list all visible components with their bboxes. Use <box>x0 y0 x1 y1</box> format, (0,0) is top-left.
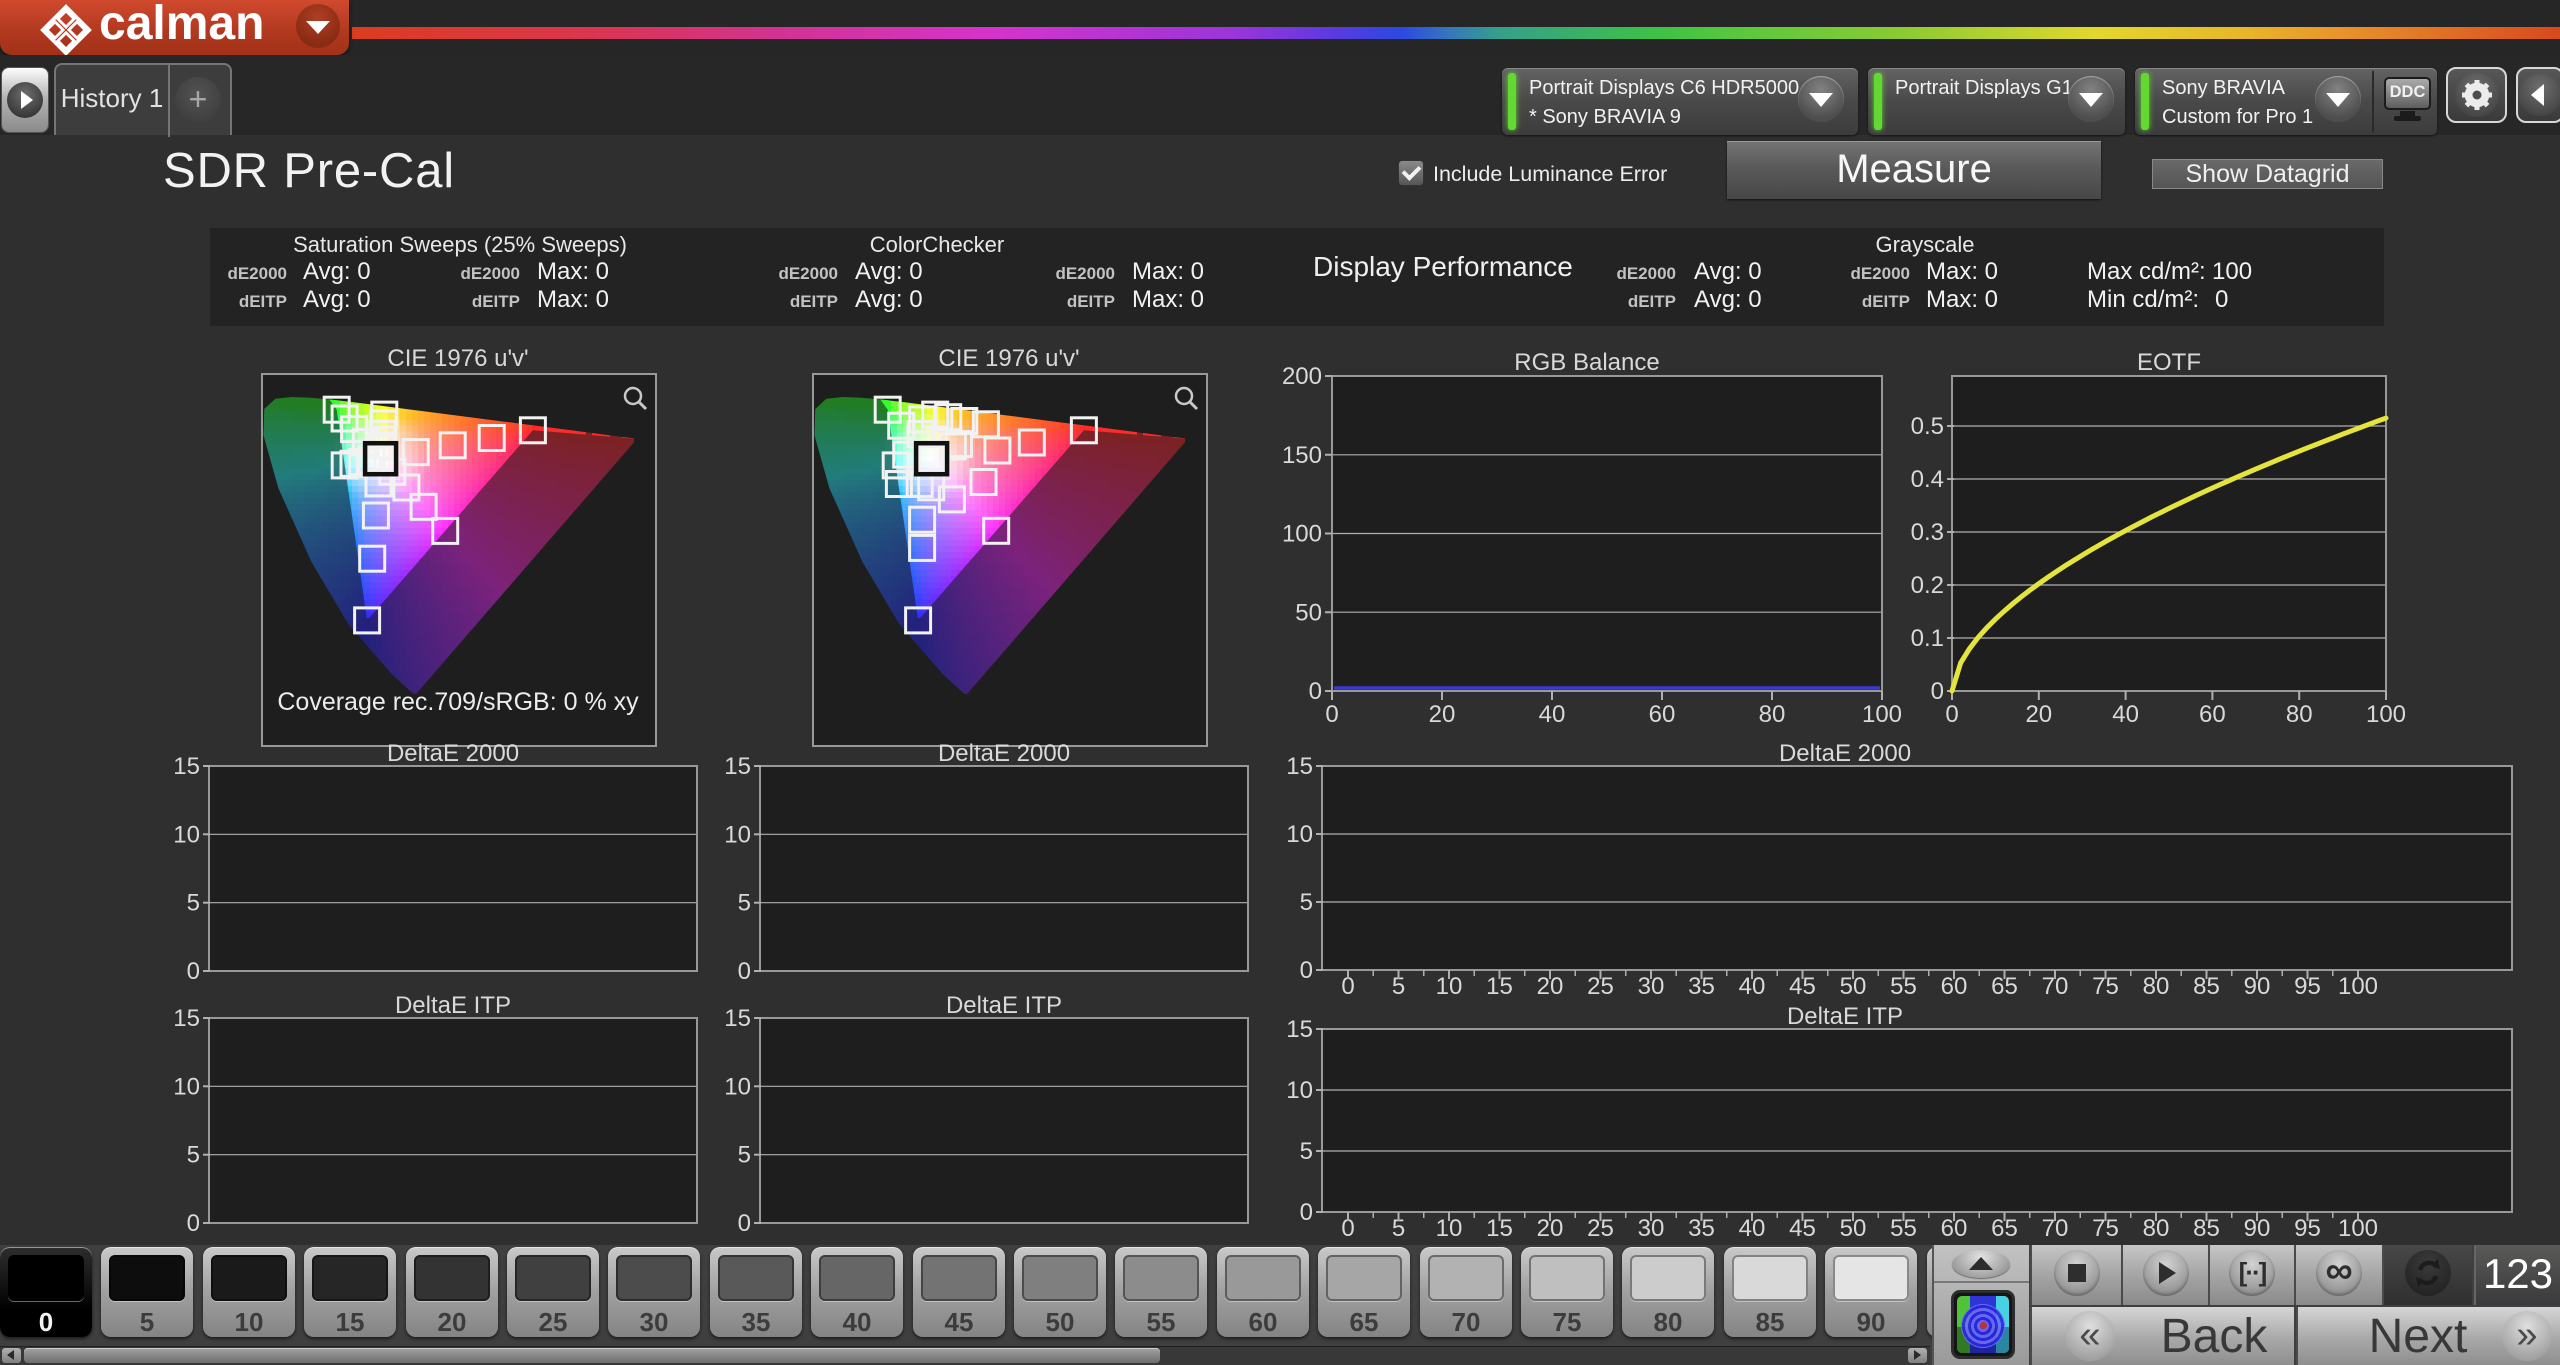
svg-text:0: 0 <box>1300 957 1313 984</box>
svg-text:EOTF: EOTF <box>2137 349 2201 376</box>
svg-text:10: 10 <box>1286 1077 1313 1104</box>
svg-text:CIE 1976 u'v': CIE 1976 u'v' <box>387 345 528 372</box>
svg-text:DeltaE ITP: DeltaE ITP <box>946 992 1062 1019</box>
svg-text:80: 80 <box>2286 701 2313 728</box>
svg-text:0: 0 <box>1931 678 1944 705</box>
svg-text:DeltaE 2000: DeltaE 2000 <box>1779 740 1911 767</box>
svg-text:40: 40 <box>2112 701 2139 728</box>
svg-text:15: 15 <box>1286 1016 1313 1043</box>
svg-text:10: 10 <box>173 821 200 848</box>
svg-text:100: 100 <box>1862 701 1902 728</box>
svg-text:DeltaE 2000: DeltaE 2000 <box>387 740 519 767</box>
svg-text:0: 0 <box>1325 701 1338 728</box>
svg-text:0.3: 0.3 <box>1911 519 1944 546</box>
svg-text:100: 100 <box>2366 701 2406 728</box>
svg-text:10: 10 <box>1286 821 1313 848</box>
svg-text:100: 100 <box>1282 521 1322 548</box>
svg-text:0: 0 <box>738 958 751 985</box>
svg-text:DeltaE ITP: DeltaE ITP <box>1787 1003 1903 1030</box>
svg-text:40: 40 <box>1539 701 1566 728</box>
svg-text:0.1: 0.1 <box>1911 625 1944 652</box>
svg-text:15: 15 <box>724 1005 751 1032</box>
svg-text:5: 5 <box>1300 889 1313 916</box>
svg-text:60: 60 <box>1649 701 1676 728</box>
svg-text:0.2: 0.2 <box>1911 572 1944 599</box>
svg-text:15: 15 <box>173 753 200 780</box>
svg-text:0: 0 <box>1300 1199 1313 1226</box>
svg-text:5: 5 <box>187 890 200 917</box>
svg-text:20: 20 <box>2025 701 2052 728</box>
svg-text:DeltaE 2000: DeltaE 2000 <box>938 740 1070 767</box>
svg-text:5: 5 <box>1300 1138 1313 1165</box>
svg-text:150: 150 <box>1282 442 1322 469</box>
svg-text:0: 0 <box>187 958 200 985</box>
svg-text:0: 0 <box>1945 701 1958 728</box>
svg-text:15: 15 <box>173 1005 200 1032</box>
svg-text:10: 10 <box>173 1073 200 1100</box>
svg-text:CIE 1976 u'v': CIE 1976 u'v' <box>938 345 1079 372</box>
svg-text:RGB Balance: RGB Balance <box>1514 349 1659 376</box>
svg-text:5: 5 <box>738 890 751 917</box>
svg-text:20: 20 <box>1429 701 1456 728</box>
svg-text:0.5: 0.5 <box>1911 413 1944 440</box>
svg-text:80: 80 <box>1759 701 1786 728</box>
svg-text:15: 15 <box>724 753 751 780</box>
svg-text:5: 5 <box>187 1142 200 1169</box>
svg-text:5: 5 <box>738 1142 751 1169</box>
svg-text:0: 0 <box>187 1210 200 1237</box>
svg-text:DeltaE ITP: DeltaE ITP <box>395 992 511 1019</box>
svg-text:60: 60 <box>2199 701 2226 728</box>
svg-text:0: 0 <box>1309 678 1322 705</box>
svg-text:10: 10 <box>724 1073 751 1100</box>
svg-text:15: 15 <box>1286 753 1313 780</box>
svg-text:10: 10 <box>724 821 751 848</box>
svg-text:0: 0 <box>738 1210 751 1237</box>
svg-text:0.4: 0.4 <box>1911 466 1944 493</box>
svg-text:Coverage rec.709/sRGB: 0 % xy: Coverage rec.709/sRGB: 0 % xy <box>277 688 639 716</box>
svg-text:50: 50 <box>1295 599 1322 626</box>
svg-text:200: 200 <box>1282 363 1322 390</box>
